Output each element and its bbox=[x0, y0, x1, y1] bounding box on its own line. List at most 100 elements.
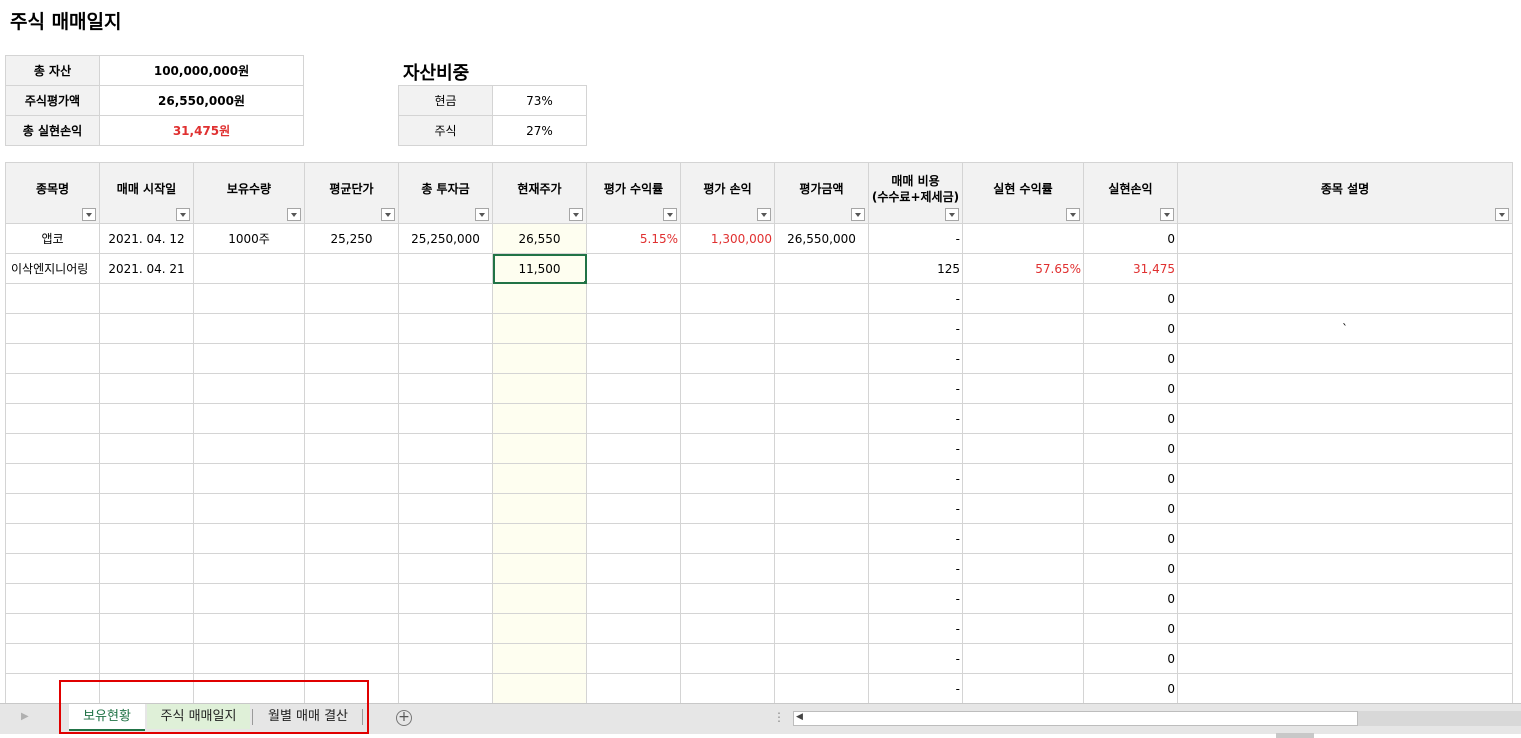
table-cell[interactable] bbox=[492, 553, 587, 584]
table-cell[interactable] bbox=[962, 223, 1084, 254]
table-cell[interactable]: - bbox=[868, 523, 963, 554]
table-cell[interactable] bbox=[304, 463, 399, 494]
table-cell[interactable] bbox=[398, 403, 493, 434]
table-cell[interactable] bbox=[99, 583, 194, 614]
table-cell[interactable] bbox=[680, 553, 775, 584]
table-cell[interactable] bbox=[99, 493, 194, 524]
table-cell[interactable] bbox=[304, 583, 399, 614]
table-cell[interactable] bbox=[304, 253, 399, 284]
table-cell[interactable] bbox=[398, 463, 493, 494]
table-cell[interactable] bbox=[962, 343, 1084, 374]
table-cell[interactable] bbox=[5, 313, 100, 344]
table-cell[interactable] bbox=[680, 463, 775, 494]
table-cell[interactable] bbox=[586, 643, 681, 674]
table-cell[interactable] bbox=[304, 283, 399, 314]
table-cell[interactable] bbox=[962, 463, 1084, 494]
table-cell[interactable] bbox=[99, 463, 194, 494]
table-cell[interactable]: 0 bbox=[1083, 643, 1178, 674]
table-cell[interactable] bbox=[5, 463, 100, 494]
table-cell[interactable] bbox=[398, 613, 493, 644]
table-cell[interactable]: 0 bbox=[1083, 433, 1178, 464]
table-cell[interactable] bbox=[1177, 253, 1513, 284]
dropdown-filter-icon[interactable] bbox=[851, 208, 865, 221]
table-cell[interactable] bbox=[680, 673, 775, 704]
dropdown-filter-icon[interactable] bbox=[475, 208, 489, 221]
table-cell[interactable]: 5.15% bbox=[586, 223, 681, 254]
table-cell[interactable] bbox=[1177, 613, 1513, 644]
table-cell[interactable] bbox=[586, 433, 681, 464]
table-cell[interactable] bbox=[304, 523, 399, 554]
table-cell[interactable] bbox=[774, 283, 869, 314]
table-cell[interactable] bbox=[586, 673, 681, 704]
table-cell[interactable]: - bbox=[868, 493, 963, 524]
column-header[interactable]: 총 투자금 bbox=[398, 162, 493, 224]
table-cell[interactable] bbox=[492, 673, 587, 704]
ratio-value[interactable]: 27% bbox=[492, 115, 587, 146]
plus-circle-icon[interactable]: + bbox=[396, 710, 412, 726]
table-cell[interactable]: 11,500 bbox=[492, 253, 587, 284]
table-cell[interactable] bbox=[193, 583, 305, 614]
table-cell[interactable]: 0 bbox=[1083, 523, 1178, 554]
table-cell[interactable] bbox=[304, 553, 399, 584]
table-cell[interactable]: - bbox=[868, 223, 963, 254]
table-cell[interactable] bbox=[5, 373, 100, 404]
table-cell[interactable] bbox=[99, 433, 194, 464]
table-cell[interactable] bbox=[5, 643, 100, 674]
table-cell[interactable] bbox=[586, 553, 681, 584]
ratio-label[interactable]: 주식 bbox=[398, 115, 493, 146]
table-cell[interactable]: 0 bbox=[1083, 673, 1178, 704]
table-cell[interactable]: 25,250 bbox=[304, 223, 399, 254]
table-cell[interactable] bbox=[680, 403, 775, 434]
table-cell[interactable]: 0 bbox=[1083, 583, 1178, 614]
column-header[interactable]: 종목 설명 bbox=[1177, 162, 1513, 224]
table-cell[interactable] bbox=[680, 583, 775, 614]
scroll-left-arrow-icon[interactable]: ◀ bbox=[796, 712, 803, 722]
table-cell[interactable] bbox=[193, 643, 305, 674]
table-cell[interactable] bbox=[962, 313, 1084, 344]
dropdown-filter-icon[interactable] bbox=[945, 208, 959, 221]
table-cell[interactable] bbox=[1177, 523, 1513, 554]
table-cell[interactable] bbox=[492, 523, 587, 554]
table-cell[interactable] bbox=[586, 403, 681, 434]
table-cell[interactable] bbox=[99, 313, 194, 344]
table-cell[interactable] bbox=[193, 433, 305, 464]
table-cell[interactable] bbox=[586, 253, 681, 284]
table-cell[interactable]: 앱코 bbox=[5, 223, 100, 254]
table-cell[interactable]: 31,475 bbox=[1083, 253, 1178, 284]
table-cell[interactable] bbox=[398, 523, 493, 554]
table-cell[interactable] bbox=[99, 523, 194, 554]
table-cell[interactable] bbox=[398, 343, 493, 374]
table-cell[interactable]: - bbox=[868, 313, 963, 344]
table-cell[interactable] bbox=[1177, 433, 1513, 464]
table-cell[interactable] bbox=[398, 253, 493, 284]
table-cell[interactable] bbox=[680, 343, 775, 374]
dropdown-filter-icon[interactable] bbox=[569, 208, 583, 221]
table-cell[interactable] bbox=[774, 523, 869, 554]
table-cell[interactable]: 26,550,000 bbox=[774, 223, 869, 254]
table-cell[interactable] bbox=[962, 673, 1084, 704]
table-cell[interactable]: - bbox=[868, 583, 963, 614]
table-cell[interactable]: - bbox=[868, 643, 963, 674]
table-cell[interactable]: - bbox=[868, 343, 963, 374]
table-cell[interactable] bbox=[774, 673, 869, 704]
table-cell[interactable] bbox=[492, 583, 587, 614]
table-cell[interactable] bbox=[5, 613, 100, 644]
dropdown-filter-icon[interactable] bbox=[381, 208, 395, 221]
table-cell[interactable] bbox=[398, 553, 493, 584]
horizontal-scroll-track[interactable] bbox=[1358, 711, 1521, 726]
table-cell[interactable] bbox=[962, 403, 1084, 434]
table-cell[interactable] bbox=[304, 643, 399, 674]
table-cell[interactable] bbox=[962, 493, 1084, 524]
table-cell[interactable] bbox=[5, 583, 100, 614]
table-cell[interactable]: - bbox=[868, 373, 963, 404]
table-cell[interactable] bbox=[193, 373, 305, 404]
table-cell[interactable] bbox=[680, 493, 775, 524]
table-cell[interactable] bbox=[398, 493, 493, 524]
summary-label[interactable]: 총 실현손익 bbox=[5, 115, 100, 146]
table-cell[interactable] bbox=[193, 463, 305, 494]
column-header[interactable]: 평균단가 bbox=[304, 162, 399, 224]
ratio-value[interactable]: 73% bbox=[492, 85, 587, 116]
dropdown-filter-icon[interactable] bbox=[287, 208, 301, 221]
table-cell[interactable]: 125 bbox=[868, 253, 963, 284]
table-cell[interactable] bbox=[962, 643, 1084, 674]
